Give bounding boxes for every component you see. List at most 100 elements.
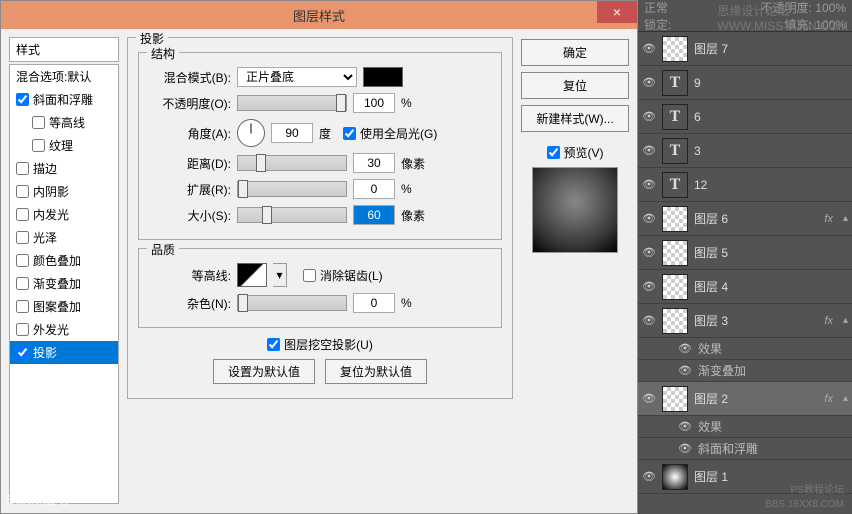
set-default-button[interactable]: 设置为默认值 bbox=[213, 359, 315, 384]
style-item[interactable]: 斜面和浮雕 bbox=[10, 88, 118, 111]
style-label: 颜色叠加 bbox=[33, 252, 81, 269]
effect-row[interactable]: 👁斜面和浮雕 bbox=[638, 438, 852, 460]
layer-row[interactable]: 👁图层 5 bbox=[638, 236, 852, 270]
style-item[interactable]: 等高线 bbox=[10, 111, 118, 134]
effect-row[interactable]: 👁渐变叠加 bbox=[638, 360, 852, 382]
visibility-icon[interactable]: 👁 bbox=[642, 392, 656, 406]
layer-row[interactable]: 👁T6 bbox=[638, 100, 852, 134]
style-item[interactable]: 颜色叠加 bbox=[10, 249, 118, 272]
size-slider[interactable] bbox=[237, 207, 347, 223]
style-item[interactable]: 图案叠加 bbox=[10, 295, 118, 318]
layer-row[interactable]: 👁图层 3fx▴ bbox=[638, 304, 852, 338]
style-checkbox[interactable] bbox=[16, 185, 29, 198]
layer-row[interactable]: 👁图层 2fx▴ bbox=[638, 382, 852, 416]
visibility-icon[interactable]: 👁 bbox=[678, 420, 692, 434]
visibility-icon[interactable]: 👁 bbox=[642, 314, 656, 328]
visibility-icon[interactable]: 👁 bbox=[642, 178, 656, 192]
style-checkbox[interactable] bbox=[16, 162, 29, 175]
preview-checkbox[interactable] bbox=[547, 146, 560, 159]
shadow-color-swatch[interactable] bbox=[363, 67, 403, 87]
style-item[interactable]: 外发光 bbox=[10, 318, 118, 341]
effect-row[interactable]: 👁 效果 bbox=[638, 338, 852, 360]
spread-slider[interactable] bbox=[237, 181, 347, 197]
knockout-checkbox[interactable] bbox=[267, 338, 280, 351]
style-checkbox[interactable] bbox=[16, 300, 29, 313]
style-item[interactable]: 描边 bbox=[10, 157, 118, 180]
visibility-icon[interactable]: 👁 bbox=[642, 246, 656, 260]
style-checkbox[interactable] bbox=[32, 139, 45, 152]
size-input[interactable] bbox=[353, 205, 395, 225]
layer-row[interactable]: 👁T12 bbox=[638, 168, 852, 202]
layer-name: 3 bbox=[694, 144, 848, 158]
fx-toggle-icon[interactable]: ▴ bbox=[843, 213, 848, 224]
spread-input[interactable] bbox=[353, 179, 395, 199]
style-checkbox[interactable] bbox=[16, 208, 29, 221]
contour-dropdown[interactable]: ▾ bbox=[273, 263, 287, 287]
preview-label[interactable]: 预览(V) bbox=[521, 144, 629, 161]
visibility-icon[interactable]: 👁 bbox=[642, 42, 656, 56]
noise-slider[interactable] bbox=[237, 295, 347, 311]
distance-input[interactable] bbox=[353, 153, 395, 173]
cancel-button[interactable]: 复位 bbox=[521, 72, 629, 99]
global-light-checkbox[interactable] bbox=[343, 127, 356, 140]
restore-default-button[interactable]: 复位为默认值 bbox=[325, 359, 427, 384]
antialias-label[interactable]: 消除锯齿(L) bbox=[303, 267, 383, 284]
layer-row[interactable]: 👁图层 6fx▴ bbox=[638, 202, 852, 236]
knockout-label[interactable]: 图层挖空投影(U) bbox=[267, 336, 373, 353]
layer-thumbnail bbox=[662, 464, 688, 490]
style-item[interactable]: 光泽 bbox=[10, 226, 118, 249]
antialias-checkbox[interactable] bbox=[303, 269, 316, 282]
distance-slider[interactable] bbox=[237, 155, 347, 171]
dialog-title: 图层样式 bbox=[293, 6, 345, 25]
visibility-icon[interactable]: 👁 bbox=[642, 144, 656, 158]
pct-unit: % bbox=[401, 96, 431, 110]
layer-thumbnail: T bbox=[662, 70, 688, 96]
visibility-icon[interactable]: 👁 bbox=[642, 470, 656, 484]
opacity-input[interactable] bbox=[353, 93, 395, 113]
global-light-label[interactable]: 使用全局光(G) bbox=[343, 125, 437, 142]
style-checkbox[interactable] bbox=[16, 346, 29, 359]
style-checkbox[interactable] bbox=[16, 93, 29, 106]
fx-toggle-icon[interactable]: ▴ bbox=[843, 315, 848, 326]
style-item[interactable]: 内发光 bbox=[10, 203, 118, 226]
visibility-icon[interactable]: 👁 bbox=[678, 364, 692, 378]
angle-dial[interactable] bbox=[237, 119, 265, 147]
style-item[interactable]: 纹理 bbox=[10, 134, 118, 157]
visibility-icon[interactable]: 👁 bbox=[642, 110, 656, 124]
noise-input[interactable] bbox=[353, 293, 395, 313]
angle-input[interactable] bbox=[271, 123, 313, 143]
style-item[interactable]: 渐变叠加 bbox=[10, 272, 118, 295]
visibility-icon[interactable]: 👁 bbox=[642, 76, 656, 90]
fx-toggle-icon[interactable]: ▴ bbox=[843, 393, 848, 404]
ok-button[interactable]: 确定 bbox=[521, 39, 629, 66]
style-label: 斜面和浮雕 bbox=[33, 91, 93, 108]
style-checkbox[interactable] bbox=[16, 254, 29, 267]
panel-header: 正常不透明度: 100% 锁定:填充: 100% 思缘设计论坛WWW.MISSY… bbox=[638, 0, 852, 32]
style-item[interactable]: 内阴影 bbox=[10, 180, 118, 203]
layer-thumbnail bbox=[662, 386, 688, 412]
style-checkbox[interactable] bbox=[16, 277, 29, 290]
effect-row[interactable]: 👁效果 bbox=[638, 416, 852, 438]
visibility-icon[interactable]: 👁 bbox=[642, 280, 656, 294]
visibility-icon[interactable]: 👁 bbox=[678, 442, 692, 456]
opacity-slider[interactable] bbox=[237, 95, 347, 111]
layer-row[interactable]: 👁 T3 bbox=[638, 134, 852, 168]
contour-picker[interactable] bbox=[237, 263, 267, 287]
style-checkbox[interactable] bbox=[16, 323, 29, 336]
layer-row[interactable]: 👁图层 4 bbox=[638, 270, 852, 304]
close-button[interactable]: × bbox=[597, 1, 637, 23]
visibility-icon[interactable]: 👁 bbox=[678, 342, 692, 356]
watermark-top: 思缘设计论坛WWW.MISSYUAN.COM bbox=[717, 2, 848, 33]
new-style-button[interactable]: 新建样式(W)... bbox=[521, 105, 629, 132]
effect-name: 效果 bbox=[698, 340, 722, 357]
style-checkbox[interactable] bbox=[16, 231, 29, 244]
visibility-icon[interactable]: 👁 bbox=[642, 212, 656, 226]
styles-list: 混合选项:默认斜面和浮雕等高线纹理描边内阴影内发光光泽颜色叠加渐变叠加图案叠加外… bbox=[9, 64, 119, 504]
blend-mode-select[interactable]: 正片叠底 bbox=[237, 67, 357, 87]
style-item[interactable]: 投影 bbox=[10, 341, 118, 364]
layer-thumbnail: T bbox=[662, 138, 688, 164]
layer-row[interactable]: 👁图层 7 bbox=[638, 32, 852, 66]
style-checkbox[interactable] bbox=[32, 116, 45, 129]
layer-row[interactable]: 👁T9 bbox=[638, 66, 852, 100]
style-item[interactable]: 混合选项:默认 bbox=[10, 65, 118, 88]
